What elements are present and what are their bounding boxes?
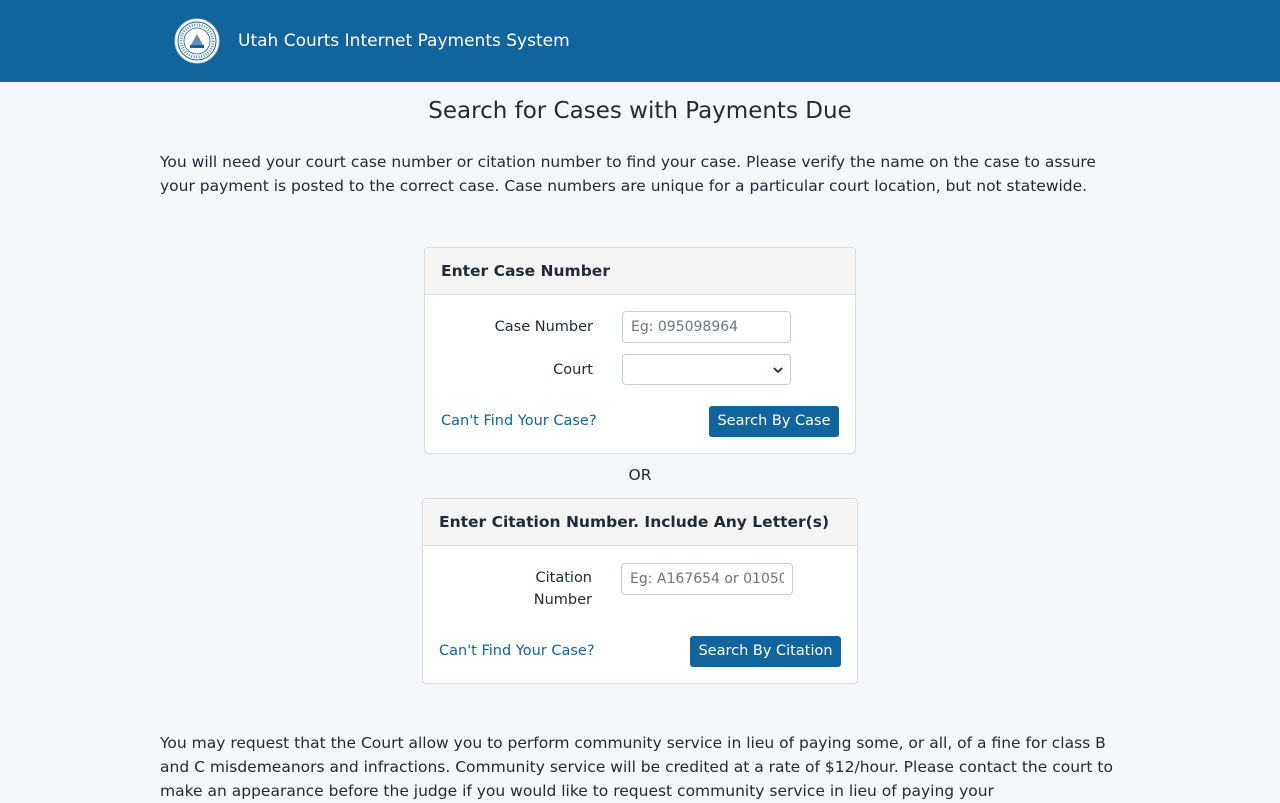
citation-label-line2: Number (533, 592, 592, 608)
chevron-down-icon (773, 367, 783, 374)
utah-courts-seal-icon[interactable] (174, 18, 220, 64)
search-by-case-button[interactable]: Search By Case (709, 406, 839, 437)
citation-label-line1: Citation (535, 570, 593, 586)
court-label: Court (553, 362, 593, 378)
search-by-citation-button[interactable]: Search By Citation (690, 636, 841, 667)
citation-cant-find-link[interactable]: Can't Find Your Case? (439, 641, 595, 661)
citation-number-label: Citation Number (483, 567, 592, 611)
case-cant-find-link[interactable]: Can't Find Your Case? (441, 411, 597, 431)
app-title: Utah Courts Internet Payments System (238, 31, 570, 51)
community-service-text: You may request that the Court allow you… (160, 734, 1113, 800)
intro-text: You will need your court case number or … (160, 153, 1096, 195)
or-separator: OR (628, 466, 652, 484)
citation-search-card-header: Enter Citation Number. Include Any Lette… (423, 499, 857, 546)
citation-search-card: Enter Citation Number. Include Any Lette… (422, 498, 858, 684)
court-select[interactable] (622, 354, 791, 385)
page-title: Search for Cases with Payments Due (428, 98, 852, 124)
citation-number-input[interactable] (621, 563, 793, 595)
case-number-input[interactable] (622, 311, 791, 343)
header-bar: Utah Courts Internet Payments System (0, 0, 1280, 82)
case-number-label: Case Number (494, 319, 593, 335)
case-search-card-header: Enter Case Number (425, 248, 855, 295)
case-search-card: Enter Case Number Case Number Court Can'… (424, 247, 856, 454)
